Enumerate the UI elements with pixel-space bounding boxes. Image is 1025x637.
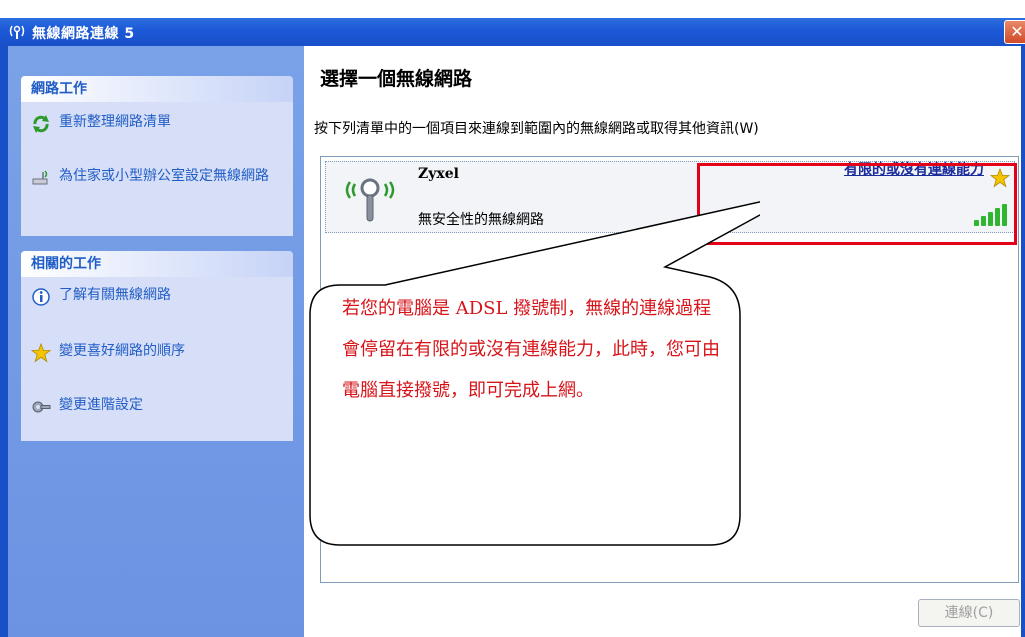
star-icon: [31, 343, 51, 363]
related-tasks-header: 相關的工作: [21, 251, 293, 277]
info-icon: [32, 288, 50, 306]
refresh-network-list-label: 重新整理網路清單: [59, 114, 171, 130]
wireless-network-icon: [9, 25, 25, 39]
title-bar: 無線網路連線 5 ✕: [0, 18, 1025, 46]
callout-text: 若您的電腦是 ADSL 撥號制，無線的連線過程會停留在有限的或沒有連線能力，此時…: [342, 288, 722, 411]
network-tasks-panel: 網路工作 重新整理網路清單 為住家或小型辦公室設定無線網路: [21, 76, 293, 236]
setup-wireless-network-label: 為住家或小型辦公室設定無線網路: [59, 168, 269, 184]
callout-message: 若您的電腦是 ADSL 撥號制，無線的連線過程會停留在有限的或沒有連線能力，此時…: [342, 298, 720, 401]
sidebar: 網路工作 重新整理網路清單 為住家或小型辦公室設定無線網路 相關的工作 了解有關…: [8, 46, 304, 637]
learn-about-wireless-label: 了解有關無線網路: [59, 287, 171, 303]
related-tasks-panel: 相關的工作 了解有關無線網路 變更喜好網路的順序 變更進階設定: [21, 251, 293, 441]
change-advanced-settings-label: 變更進階設定: [59, 397, 143, 413]
window-title: 無線網路連線 5: [32, 26, 135, 42]
network-tasks-header: 網路工作: [21, 76, 293, 102]
connect-button[interactable]: 連線(C): [918, 599, 1020, 627]
refresh-icon: [33, 115, 49, 133]
page-description: 按下列清單中的一個項目來連線到範圍內的無線網路或取得其他資訊(W): [314, 121, 759, 137]
wrench-icon: [32, 401, 51, 413]
window-frame-left: [0, 46, 8, 637]
close-button[interactable]: ✕: [1004, 20, 1025, 44]
window-frame-right: [1021, 46, 1025, 637]
setup-wizard-icon: [32, 170, 48, 185]
page-title: 選擇一個無線網路: [320, 68, 473, 90]
change-preferred-order-label: 變更喜好網路的順序: [59, 343, 185, 359]
network-name: Zyxel: [418, 166, 459, 182]
